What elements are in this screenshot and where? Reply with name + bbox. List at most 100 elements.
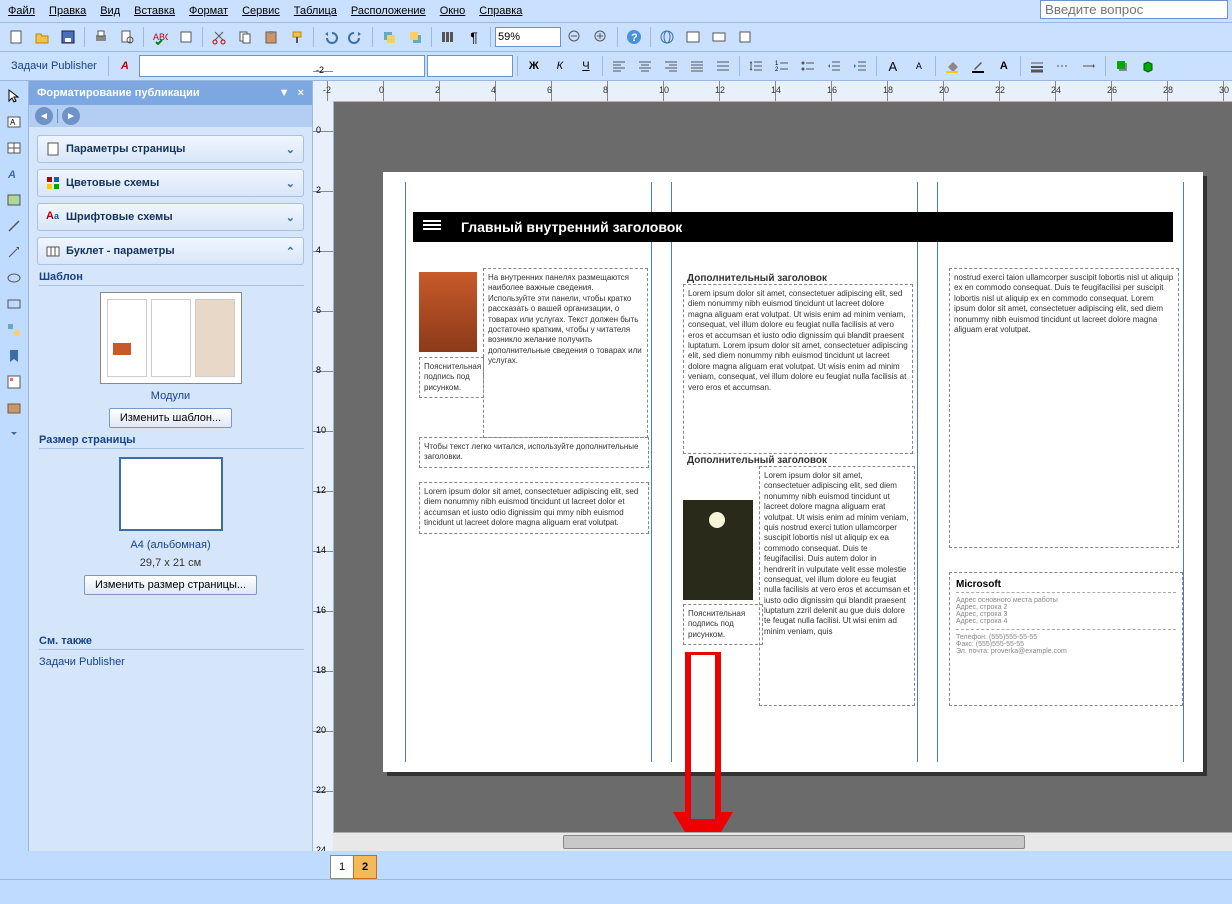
send-back-icon[interactable] (403, 25, 427, 49)
menu-table[interactable]: Таблица (294, 5, 337, 17)
font-name-combo[interactable] (139, 55, 425, 77)
cut-icon[interactable] (207, 25, 231, 49)
line-spacing-icon[interactable] (744, 54, 768, 78)
arrow-tool-icon[interactable] (3, 241, 25, 263)
fill-color-icon[interactable] (940, 54, 964, 78)
link-publisher-tasks[interactable]: Задачи Publisher (39, 656, 302, 668)
research-icon[interactable] (174, 25, 198, 49)
italic-icon[interactable]: К (548, 54, 572, 78)
decrease-indent-icon[interactable] (822, 54, 846, 78)
page-tab-2[interactable]: 2 (353, 855, 377, 879)
task-panel-dropdown-icon[interactable]: ▼ (279, 87, 290, 99)
section-color-schemes[interactable]: Цветовые схемы⌄ (37, 169, 304, 197)
template-thumbnail[interactable] (100, 292, 242, 384)
section-brochure[interactable]: Буклет - параметры⌃ (37, 237, 304, 265)
undo-icon[interactable] (318, 25, 342, 49)
section-page-params[interactable]: Параметры страницы⌄ (37, 135, 304, 163)
copy-icon[interactable] (233, 25, 257, 49)
business-info-box[interactable]: Microsoft Адрес основного места работы А… (949, 572, 1183, 706)
align-center-icon[interactable] (633, 54, 657, 78)
bold-icon[interactable]: Ж (522, 54, 546, 78)
help-icon[interactable]: ? (622, 25, 646, 49)
canvas[interactable]: Главный внутренний заголовок Пояснительн… (333, 102, 1232, 832)
catalog-icon[interactable] (733, 25, 757, 49)
spellcheck-icon[interactable]: ABC (148, 25, 172, 49)
dash-style-icon[interactable] (1051, 54, 1075, 78)
image-placeholder-1[interactable] (419, 272, 477, 352)
paste-icon[interactable] (259, 25, 283, 49)
menu-format[interactable]: Формат (189, 5, 228, 17)
bring-front-icon[interactable] (377, 25, 401, 49)
justify-icon[interactable] (685, 54, 709, 78)
columns-icon[interactable] (436, 25, 460, 49)
menu-edit[interactable]: Правка (49, 5, 86, 17)
wordart-tool-icon[interactable]: A (3, 163, 25, 185)
pagesize-thumbnail[interactable] (119, 457, 223, 531)
line-color-icon[interactable] (966, 54, 990, 78)
font-size-combo[interactable] (427, 55, 513, 77)
line-tool-icon[interactable] (3, 215, 25, 237)
font-color-icon[interactable]: A (992, 54, 1016, 78)
underline-icon[interactable]: Ч (574, 54, 598, 78)
select-tool-icon[interactable] (3, 85, 25, 107)
col1-text-1[interactable]: На внутренних панелях размещаются наибол… (483, 268, 648, 438)
autoshapes-tool-icon[interactable] (3, 319, 25, 341)
page-tab-1[interactable]: 1 (330, 855, 354, 879)
menu-service[interactable]: Сервис (242, 5, 280, 17)
special-chars-icon[interactable]: ¶ (462, 25, 486, 49)
help-question-input[interactable] (1040, 0, 1228, 19)
numbering-icon[interactable]: 12 (770, 54, 794, 78)
bookmark-tool-icon[interactable] (3, 345, 25, 367)
change-template-button[interactable]: Изменить шаблон... (109, 408, 232, 428)
format-painter-icon[interactable] (285, 25, 309, 49)
caption-2[interactable]: Пояснительная подпись под рисунком. (683, 604, 763, 645)
col1-lorem[interactable]: Lorem ipsum dolor sit amet, consectetuer… (419, 482, 649, 534)
horizontal-scrollbar[interactable] (333, 832, 1232, 851)
shadow-icon[interactable] (1110, 54, 1134, 78)
menu-help[interactable]: Справка (479, 5, 522, 17)
web-preview-icon[interactable] (681, 25, 705, 49)
bullets-icon[interactable] (796, 54, 820, 78)
distribute-icon[interactable] (711, 54, 735, 78)
line-style-icon[interactable] (1025, 54, 1049, 78)
picture-tool-icon[interactable] (3, 189, 25, 211)
new-icon[interactable] (4, 25, 28, 49)
caption-1[interactable]: Пояснительная подпись под рисунком. (419, 357, 484, 398)
col1-tip[interactable]: Чтобы текст легко читался, используйте д… (419, 437, 649, 468)
print-preview-icon[interactable] (115, 25, 139, 49)
menu-file[interactable]: Файл (8, 5, 35, 17)
task-panel-close-icon[interactable]: × (298, 87, 304, 99)
main-heading-box[interactable]: Главный внутренний заголовок (413, 212, 1173, 242)
table-tool-icon[interactable] (3, 137, 25, 159)
insert-field-icon[interactable] (707, 25, 731, 49)
hyperlink-icon[interactable] (655, 25, 679, 49)
page-spread[interactable]: Главный внутренний заголовок Пояснительн… (383, 172, 1203, 772)
nav-back-icon[interactable]: ◄ (35, 107, 53, 125)
scrollbar-thumb[interactable] (563, 835, 1025, 849)
redo-icon[interactable] (344, 25, 368, 49)
oval-tool-icon[interactable] (3, 267, 25, 289)
publisher-tasks-button[interactable]: Задачи Publisher (4, 57, 104, 75)
zoom-out-icon[interactable] (563, 25, 587, 49)
zoom-in-icon[interactable] (589, 25, 613, 49)
design-gallery-icon[interactable] (3, 371, 25, 393)
grow-font-icon[interactable]: A (881, 54, 905, 78)
section-font-schemes[interactable]: AaШрифтовые схемы⌄ (37, 203, 304, 231)
menu-layout[interactable]: Расположение (351, 5, 426, 17)
print-icon[interactable] (89, 25, 113, 49)
styles-icon[interactable]: A (113, 54, 137, 78)
open-icon[interactable] (30, 25, 54, 49)
item-library-icon[interactable] (3, 397, 25, 419)
menu-view[interactable]: Вид (100, 5, 120, 17)
menu-window[interactable]: Окно (440, 5, 466, 17)
nav-forward-icon[interactable]: ► (62, 107, 80, 125)
expand-toolbar-icon[interactable] (3, 423, 25, 445)
textbox-tool-icon[interactable]: A (3, 111, 25, 133)
zoom-combo[interactable] (495, 27, 561, 47)
col2-text-1[interactable]: Lorem ipsum dolor sit amet, consectetuer… (683, 284, 913, 454)
save-icon[interactable] (56, 25, 80, 49)
col3-text[interactable]: nostrud exerci taion ullamcorper suscipi… (949, 268, 1179, 548)
shrink-font-icon[interactable]: A (907, 54, 931, 78)
arrow-style-icon[interactable] (1077, 54, 1101, 78)
align-left-icon[interactable] (607, 54, 631, 78)
